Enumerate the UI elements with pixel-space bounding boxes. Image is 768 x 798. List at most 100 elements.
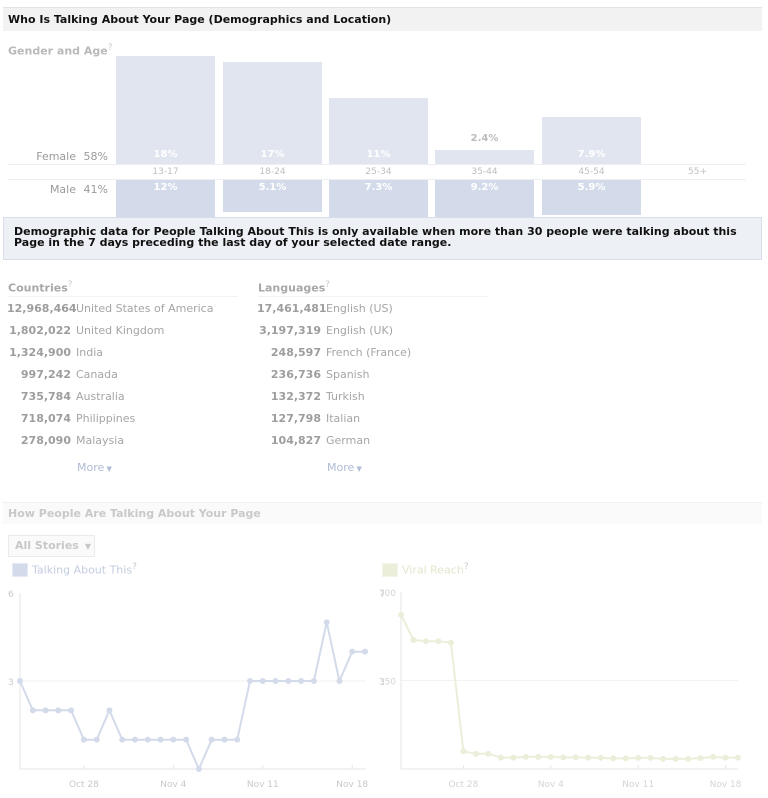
- list-item-name: Canada: [76, 368, 118, 381]
- data-point: [697, 755, 704, 762]
- list-item-count: 104,827: [270, 434, 321, 447]
- data-point: [422, 638, 429, 645]
- x-tick-label: Nov 4: [538, 780, 564, 790]
- data-point: [572, 754, 579, 761]
- male-percent: 41%: [83, 183, 108, 196]
- x-tick-label: Nov 11: [247, 780, 279, 790]
- data-point: [42, 707, 49, 714]
- data-point: [29, 707, 36, 714]
- talking-about-this-chart: 6373Oct 28 Nov 4 Nov 11 Nov 18: [8, 590, 384, 790]
- section-title: Who Is Talking About Your Page (Demograp…: [8, 13, 392, 26]
- data-point: [435, 638, 442, 645]
- x-tick-label: Nov 18: [336, 780, 368, 790]
- female-bar: [435, 149, 534, 164]
- list-item-count: 132,372: [270, 390, 321, 403]
- countries-more-link[interactable]: More ▼: [77, 461, 112, 474]
- list-item-name: United Kingdom: [76, 324, 165, 337]
- age-label: 18-24: [259, 167, 286, 177]
- list-item-count: 127,798: [270, 412, 321, 425]
- data-point: [17, 678, 23, 684]
- male-bar-label: 5.9%: [577, 182, 606, 193]
- help-icon[interactable]: ?: [68, 280, 73, 290]
- list-item-count: 17,461,481: [257, 302, 327, 315]
- languages-header: Languages?: [258, 280, 488, 297]
- list-item-count: 1,324,900: [9, 346, 71, 359]
- help-icon[interactable]: ?: [108, 43, 113, 53]
- male-label: Male: [49, 183, 76, 196]
- list-item-count: 997,242: [20, 368, 71, 381]
- caret-down-icon: ▼: [104, 465, 112, 473]
- series-line: [19, 621, 365, 770]
- data-point: [510, 754, 517, 761]
- data-point: [522, 753, 529, 760]
- data-point: [610, 755, 617, 762]
- age-label: 45-54: [578, 167, 605, 177]
- data-point: [170, 736, 177, 743]
- data-point: [144, 736, 151, 743]
- y-tick-label: 3: [8, 678, 14, 688]
- male-bar-label: 9.2%: [470, 182, 499, 193]
- data-point: [157, 736, 164, 743]
- data-point: [362, 648, 368, 655]
- y-tick-label: 350: [379, 678, 396, 688]
- list-item-count: 1,802,022: [9, 324, 71, 337]
- list-item-name: Spanish: [326, 368, 370, 381]
- help-icon[interactable]: ?: [464, 562, 469, 572]
- female-bar-label: 17%: [260, 149, 285, 160]
- male-bar-label: 7.3%: [364, 182, 393, 193]
- y-tick-label: 6: [8, 590, 14, 600]
- data-point: [722, 754, 729, 761]
- chevron-down-icon: ▼: [84, 542, 91, 551]
- data-point: [460, 748, 467, 755]
- data-point: [195, 766, 202, 772]
- caret-down-icon: ▼: [354, 465, 362, 473]
- data-point: [106, 707, 113, 714]
- age-label: 55+: [688, 167, 707, 177]
- data-point: [247, 678, 253, 684]
- data-point: [547, 753, 554, 760]
- list-item-name: United States of America: [76, 302, 214, 315]
- male-bar-label: 5.1%: [258, 182, 287, 193]
- data-point: [183, 736, 190, 743]
- data-point: [323, 619, 330, 626]
- languages-more-link[interactable]: More ▼: [327, 461, 362, 474]
- x-tick-label: Nov 18: [710, 780, 742, 790]
- data-point: [68, 707, 75, 714]
- list-item-name: Italian: [326, 412, 361, 425]
- data-point: [285, 678, 292, 684]
- data-point: [622, 755, 629, 762]
- list-item-name: Malaysia: [76, 434, 125, 447]
- series-line: [400, 614, 738, 760]
- data-point: [221, 736, 228, 743]
- data-point: [660, 755, 667, 762]
- data-point: [234, 736, 241, 743]
- data-point: [472, 750, 479, 757]
- female-bar-label: 11%: [366, 149, 391, 160]
- y-tick-label: 700: [379, 589, 396, 599]
- data-point: [685, 755, 692, 762]
- list-item-name: Australia: [76, 390, 125, 403]
- demographic-notice: Demographic data for People Talking Abou…: [3, 217, 762, 260]
- x-tick-label: Oct 28: [448, 780, 478, 790]
- female-bar-label: 18%: [153, 149, 178, 160]
- stories-dropdown[interactable]: All Stories ▼: [8, 535, 95, 557]
- data-point: [336, 678, 343, 684]
- data-point: [310, 678, 317, 684]
- list-item-count: 248,597: [270, 346, 321, 359]
- list-item-name: German: [326, 434, 371, 447]
- list-item-count: 718,074: [20, 412, 71, 425]
- data-point: [647, 754, 654, 761]
- data-point: [710, 753, 717, 760]
- help-icon[interactable]: ?: [132, 562, 137, 572]
- data-point: [55, 707, 62, 714]
- list-item-name: India: [76, 346, 103, 359]
- data-point: [259, 678, 266, 684]
- list-item-count: 3,197,319: [259, 324, 321, 337]
- data-point: [735, 754, 741, 761]
- gender-age-title: Gender and Age?: [8, 43, 113, 58]
- help-icon[interactable]: ?: [325, 280, 330, 290]
- x-tick-label: Nov 11: [622, 780, 654, 790]
- legend-swatch: [12, 563, 28, 577]
- age-label: 35-44: [471, 167, 498, 177]
- data-point: [497, 754, 504, 761]
